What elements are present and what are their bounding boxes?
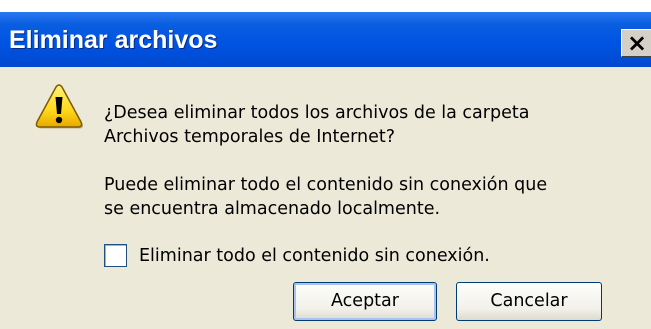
question-line-1: ¿Desea eliminar todos los archivos de la… (104, 103, 530, 123)
close-icon: × (627, 29, 648, 57)
warning-icon (35, 84, 83, 129)
accept-button[interactable]: Aceptar (293, 282, 437, 321)
close-button[interactable]: × (621, 29, 651, 57)
info-line-1: Puede eliminar todo el contenido sin con… (104, 175, 548, 195)
question-line-2: Archivos temporales de Internet? (104, 127, 396, 147)
info-line-2: se encuentra almacenado localmente. (104, 199, 441, 219)
delete-files-dialog: Eliminar archivos × ¿Desea eliminar todo… (0, 12, 651, 329)
offline-content-checkbox-label[interactable]: Eliminar todo el contenido sin conexión. (139, 244, 490, 268)
title-bar[interactable]: Eliminar archivos × (0, 12, 651, 67)
cancel-button[interactable]: Cancelar (456, 282, 602, 321)
dialog-title: Eliminar archivos (9, 26, 218, 54)
offline-content-checkbox[interactable] (104, 244, 127, 267)
